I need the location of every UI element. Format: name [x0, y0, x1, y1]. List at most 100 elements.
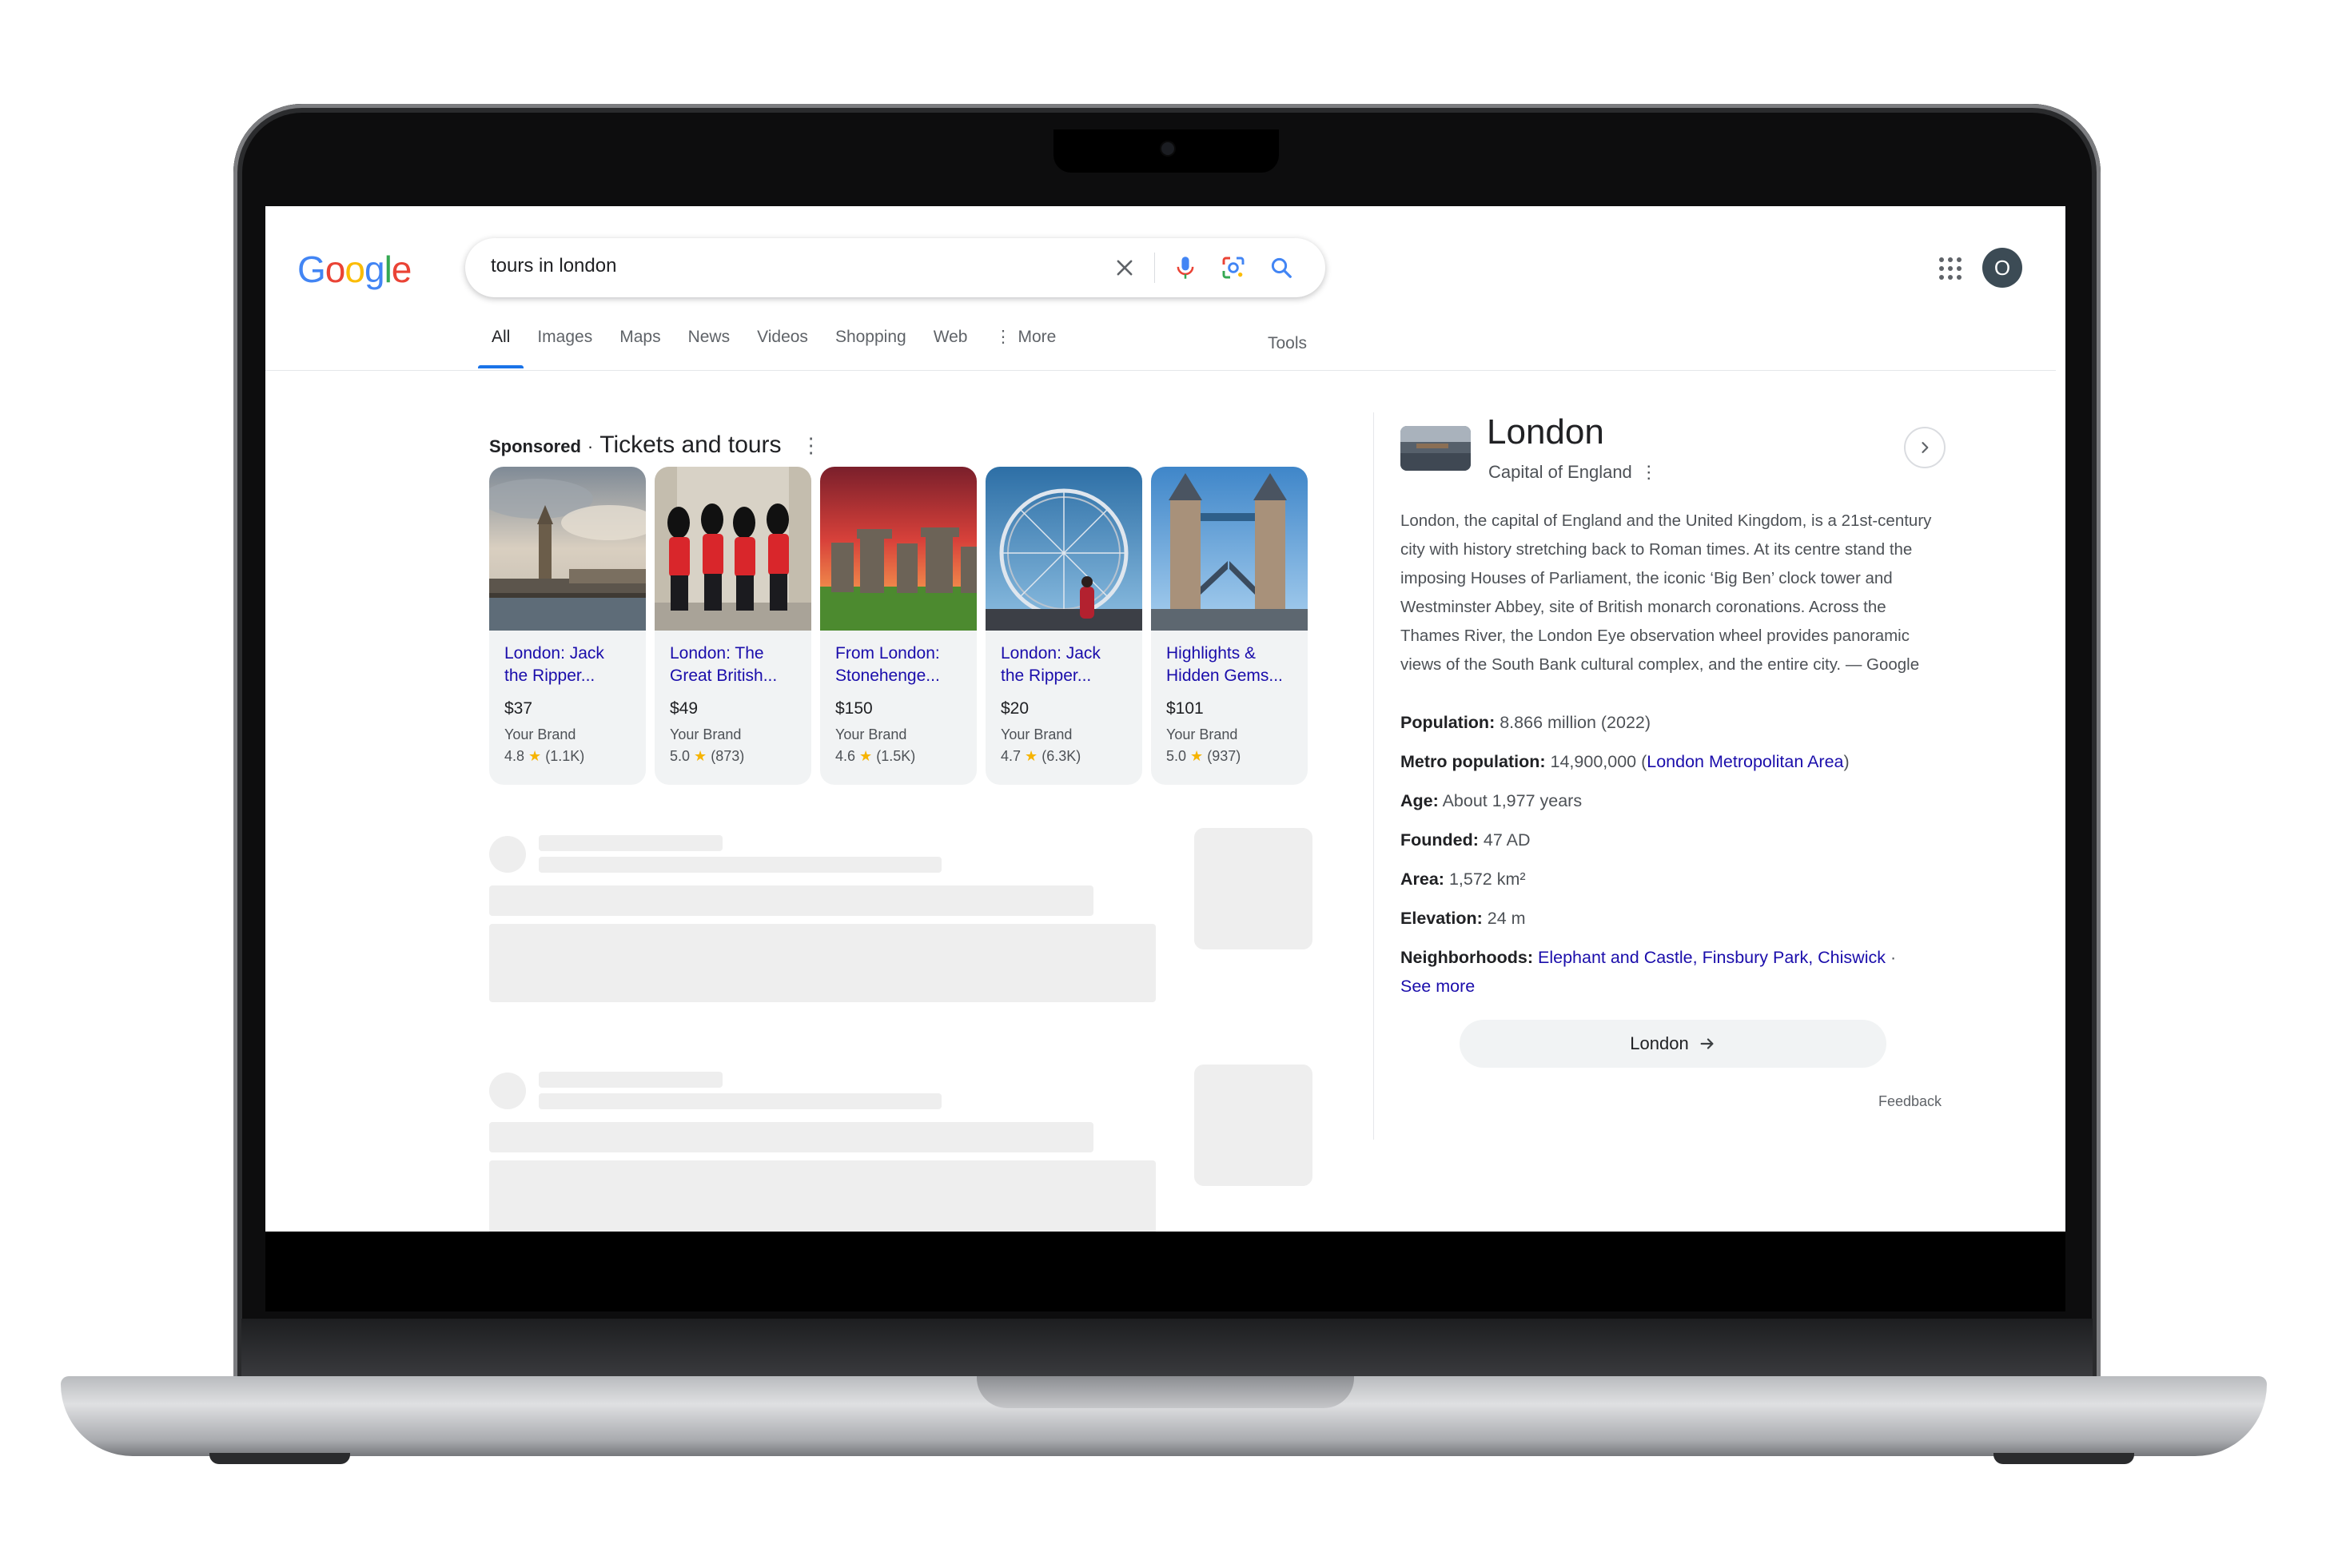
skeleton-thumbnail: [1194, 1065, 1312, 1186]
logo-letter: e: [391, 249, 412, 290]
search-icon[interactable]: [1266, 253, 1296, 283]
tour-title[interactable]: Highlights & Hidden Gems...: [1166, 643, 1293, 687]
apps-grid-icon[interactable]: [1939, 257, 1962, 280]
tab-news[interactable]: News: [675, 323, 744, 371]
tabs-divider: [265, 370, 2056, 371]
more-options-icon[interactable]: ⋮: [1640, 462, 1658, 482]
account-avatar[interactable]: O: [1982, 248, 2022, 288]
rating-value: 4.6: [835, 748, 856, 764]
tour-price: $101: [1166, 699, 1204, 718]
fact-metro-population: Metro population: 14,900,000 (London Met…: [1400, 747, 1952, 776]
tab-images[interactable]: Images: [524, 323, 606, 371]
tour-title[interactable]: London: Jack the Ripper...: [504, 643, 631, 687]
fact-elevation: Elevation: 24 m: [1400, 904, 1952, 933]
fact-label: Neighborhoods:: [1400, 948, 1534, 967]
search-box[interactable]: tours in london: [465, 238, 1325, 297]
tour-price: $20: [1001, 699, 1030, 718]
sponsored-title: Tickets and tours: [599, 432, 782, 458]
knowledge-panel-subtitle: Capital of England ⋮: [1488, 462, 1658, 483]
rating-value: 4.7: [1001, 748, 1022, 764]
close-icon[interactable]: [1109, 253, 1140, 283]
screen-bezel-bottom: [265, 1232, 2065, 1311]
logo-letter: o: [345, 249, 365, 290]
lens-icon[interactable]: [1218, 253, 1249, 283]
metro-area-link[interactable]: London Metropolitan Area: [1647, 752, 1843, 771]
fact-label: Population:: [1400, 713, 1496, 732]
tour-title[interactable]: From London: Stonehenge...: [835, 643, 962, 687]
tour-brand: Your Brand: [1001, 726, 1073, 742]
skeleton-favicon: [489, 836, 526, 873]
tour-card[interactable]: London: Jack the Ripper... $37 Your Bran…: [489, 467, 646, 785]
fact-label: Age:: [1400, 791, 1439, 810]
tour-card[interactable]: From London: Stonehenge... $150 Your Bra…: [820, 467, 977, 785]
feedback-link[interactable]: Feedback: [1878, 1093, 1942, 1110]
tab-videos[interactable]: Videos: [743, 323, 822, 371]
tour-title[interactable]: London: The Great British...: [670, 643, 797, 687]
laptop-hinge: [241, 1319, 2093, 1379]
tour-card[interactable]: Highlights & Hidden Gems... $101 Your Br…: [1151, 467, 1308, 785]
neighborhood-links[interactable]: Elephant and Castle, Finsbury Park, Chis…: [1538, 948, 1886, 967]
tour-card[interactable]: London: The Great British... $49 Your Br…: [655, 467, 811, 785]
tour-price: $49: [670, 699, 699, 718]
skeleton-line: [539, 1072, 723, 1088]
tour-image-westminster[interactable]: [489, 467, 646, 631]
see-more-link[interactable]: See more: [1400, 977, 1475, 996]
tour-image-guards[interactable]: [655, 467, 811, 631]
subtitle-text: Capital of England: [1488, 462, 1632, 482]
fact-age: Age: About 1,977 years: [1400, 786, 1952, 815]
tab-more[interactable]: ⋮ More: [982, 323, 1070, 371]
skeleton-line: [539, 835, 723, 851]
chevron-right-icon[interactable]: [1904, 427, 1946, 468]
more-options-icon[interactable]: ⋮: [801, 433, 822, 458]
rating-value: 5.0: [670, 748, 691, 764]
tour-cards: London: Jack the Ripper... $37 Your Bran…: [489, 467, 1308, 785]
tab-web[interactable]: Web: [920, 323, 982, 371]
tour-card[interactable]: London: Jack the Ripper... $20 Your Bran…: [986, 467, 1142, 785]
tab-maps[interactable]: Maps: [606, 323, 674, 371]
search-divider: [1154, 253, 1155, 283]
search-tabs: All Images Maps News Videos Shopping Web…: [478, 323, 1069, 371]
tab-all[interactable]: All: [478, 323, 524, 371]
rating-value: 5.0: [1166, 748, 1187, 764]
tour-image-london-eye[interactable]: [986, 467, 1142, 631]
fact-founded: Founded: 47 AD: [1400, 826, 1952, 854]
sponsored-label: Sponsored: [489, 436, 581, 456]
skeleton-line: [489, 1122, 1093, 1152]
skeleton-line: [539, 857, 942, 873]
laptop-foot-right: [1993, 1453, 2134, 1464]
knowledge-panel-description: London, the capital of England and the U…: [1400, 511, 1932, 674]
search-input[interactable]: tours in london: [491, 255, 616, 277]
rating-value: 4.8: [504, 748, 525, 764]
knowledge-panel-divider: [1373, 412, 1374, 1140]
laptop-base-notch: [977, 1376, 1354, 1408]
camera: [1161, 142, 1174, 155]
london-thumbnail[interactable]: [1400, 426, 1471, 471]
browser-screen: Google tours in london O All Images Maps…: [265, 206, 2065, 1232]
fact-area: Area: 1,572 km²: [1400, 865, 1952, 893]
review-count: (1.5K): [876, 748, 916, 764]
tour-rating: 4.7 ★ (6.3K): [1001, 748, 1127, 765]
tools-button[interactable]: Tools: [1268, 334, 1307, 353]
arrow-right-icon: [1700, 1038, 1714, 1049]
laptop-foot-left: [209, 1453, 350, 1464]
skeleton-favicon: [489, 1073, 526, 1109]
tour-brand: Your Brand: [1166, 726, 1238, 742]
tour-brand: Your Brand: [670, 726, 742, 742]
fact-value: 47 AD: [1483, 830, 1531, 850]
london-button[interactable]: London: [1460, 1020, 1886, 1068]
tab-more-label: More: [1018, 328, 1057, 346]
skeleton-line: [539, 1093, 942, 1109]
google-logo[interactable]: Google: [297, 248, 412, 291]
fact-label: Founded:: [1400, 830, 1479, 850]
review-count: (1.1K): [545, 748, 585, 764]
tour-image-tower-bridge[interactable]: [1151, 467, 1308, 631]
mic-icon[interactable]: [1170, 253, 1201, 283]
tab-shopping[interactable]: Shopping: [822, 323, 920, 371]
skeleton-block: [489, 1160, 1156, 1232]
tour-title[interactable]: London: Jack the Ripper...: [1001, 643, 1128, 687]
tour-image-stonehenge[interactable]: [820, 467, 977, 631]
fact-label: Elevation:: [1400, 909, 1483, 928]
tour-price: $150: [835, 699, 873, 718]
star-icon: ★: [1025, 748, 1038, 764]
tour-price: $37: [504, 699, 533, 718]
